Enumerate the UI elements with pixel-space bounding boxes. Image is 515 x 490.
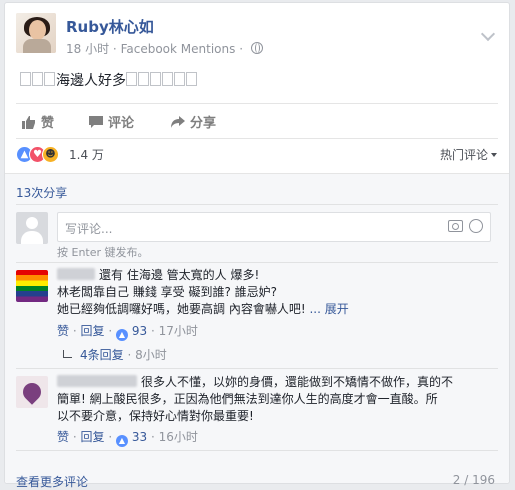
share-arrow-icon bbox=[171, 116, 185, 128]
comment-line: 她已經夠低調囉好嗎，她要高調 內容會嚇人吧! bbox=[57, 302, 306, 316]
camera-icon[interactable] bbox=[448, 220, 463, 232]
emoji-glyph-icon bbox=[126, 72, 137, 86]
globe-icon[interactable] bbox=[250, 42, 263, 54]
view-more-comments-link[interactable]: 查看更多评论 bbox=[16, 473, 88, 490]
comment-line: 以不要介意，保持好心情對你最重要! bbox=[57, 409, 254, 423]
expand-comment-link[interactable]: ... 展开 bbox=[309, 302, 348, 316]
comment-reply-link[interactable]: 回复 bbox=[81, 324, 105, 338]
comment-body: 很多人不懂，以妳的身價，還能做到不矯情不做作，真的不 簡單! 網上酸民很多，正因… bbox=[57, 374, 495, 425]
sort-comments-dropdown[interactable]: 热门评论 bbox=[440, 146, 497, 163]
meta-separator-2: · bbox=[239, 42, 244, 56]
comments-section: 13次分享 写评论... 按 Enter 键发布。 還有 住海邊 管太寬的人 爆… bbox=[5, 173, 509, 489]
like-count-icon: ▲ bbox=[116, 435, 128, 447]
footer-dot: · bbox=[108, 324, 113, 338]
comment-like-link[interactable]: 赞 bbox=[57, 430, 69, 444]
like-count-icon: ▲ bbox=[116, 329, 128, 341]
divider bbox=[16, 450, 498, 451]
divider bbox=[16, 204, 498, 205]
post-text: 海邊人好多 bbox=[20, 70, 198, 90]
comment-icon bbox=[89, 116, 103, 128]
post-actions: 赞 评论 分享 bbox=[16, 103, 498, 139]
footer-dot: · bbox=[127, 348, 132, 362]
comment-line: 簡單! 網上酸民很多，正因為他們無法到達你人生的高度才會一直酸。所 bbox=[57, 392, 438, 406]
footer-dot: · bbox=[150, 324, 155, 338]
comment-button[interactable]: 评论 bbox=[89, 112, 134, 131]
comment-reply-link[interactable]: 回复 bbox=[81, 430, 105, 444]
emoji-glyph-icon bbox=[20, 72, 31, 86]
reply-arrow-icon bbox=[63, 350, 72, 358]
commenter-avatar[interactable] bbox=[16, 270, 48, 302]
comment-like-count[interactable]: 93 bbox=[132, 324, 147, 338]
haha-reaction-icon[interactable]: ☻ bbox=[42, 146, 59, 163]
commenter-name-redacted[interactable] bbox=[57, 268, 95, 280]
sort-label: 热门评论 bbox=[439, 148, 488, 162]
emoji-icon[interactable] bbox=[469, 219, 483, 233]
post-text-content: 海邊人好多 bbox=[56, 73, 126, 89]
reactions-bar: ▲ ♥ ☻ 1.4 万 热门评论 bbox=[16, 142, 498, 168]
commenter-name-redacted[interactable] bbox=[57, 375, 137, 387]
comment-like-count[interactable]: 33 bbox=[132, 430, 147, 444]
like-label: 赞 bbox=[41, 116, 55, 131]
caret-down-icon bbox=[491, 153, 497, 157]
author-name[interactable]: Ruby林心如 bbox=[66, 16, 154, 37]
footer-dot: · bbox=[72, 324, 77, 338]
replies-time: 8小时 bbox=[135, 348, 167, 362]
emoji-glyph-icon bbox=[44, 72, 55, 86]
post-source: Facebook Mentions bbox=[120, 42, 236, 56]
emoji-glyph-icon bbox=[174, 72, 185, 86]
post-time[interactable]: 18 小时 bbox=[66, 42, 109, 56]
comment-line: 林老闆靠自己 賺錢 享受 礙到誰? 誰忌妒? bbox=[57, 285, 277, 299]
thumbs-up-icon bbox=[22, 116, 35, 129]
comment-footer: 赞 · 回复 · ▲ 93 · 17小时 bbox=[57, 322, 198, 341]
comment-label: 评论 bbox=[108, 116, 135, 131]
composer-hint: 按 Enter 键发布。 bbox=[57, 246, 149, 259]
post-meta: 18 小时 · Facebook Mentions · bbox=[66, 40, 263, 57]
current-user-avatar bbox=[16, 212, 48, 244]
divider bbox=[16, 368, 498, 369]
comment-time[interactable]: 17小时 bbox=[159, 324, 198, 338]
like-button[interactable]: 赞 bbox=[22, 112, 54, 131]
author-avatar[interactable] bbox=[16, 13, 56, 53]
comment-line: 還有 住海邊 管太寬的人 爆多! bbox=[99, 268, 260, 282]
commenter-avatar[interactable] bbox=[16, 376, 48, 408]
post-card: Ruby林心如 18 小时 · Facebook Mentions · 海邊人好… bbox=[4, 2, 510, 489]
comment-input-placeholder: 写评论... bbox=[65, 222, 113, 236]
footer-dot: · bbox=[150, 430, 155, 444]
comment-body: 還有 住海邊 管太寬的人 爆多! 林老闆靠自己 賺錢 享受 礙到誰? 誰忌妒? … bbox=[57, 267, 495, 318]
reaction-count[interactable]: 1.4 万 bbox=[69, 146, 104, 163]
chevron-down-icon[interactable] bbox=[480, 26, 496, 42]
footer-dot: · bbox=[72, 430, 77, 444]
emoji-glyph-icon bbox=[138, 72, 149, 86]
emoji-glyph-icon bbox=[186, 72, 197, 86]
emoji-glyph-icon bbox=[150, 72, 161, 86]
comment-pager: 2 / 196 bbox=[452, 473, 495, 487]
meta-separator: · bbox=[112, 42, 117, 56]
post-header: Ruby林心如 18 小时 · Facebook Mentions · bbox=[16, 13, 509, 63]
share-button[interactable]: 分享 bbox=[171, 112, 216, 131]
comment-input[interactable]: 写评论... bbox=[57, 212, 491, 242]
divider bbox=[16, 262, 498, 263]
emoji-glyph-icon bbox=[32, 72, 43, 86]
replies-label: 4条回复 bbox=[80, 348, 124, 362]
comment-like-link[interactable]: 赞 bbox=[57, 324, 69, 338]
comment-footer: 赞 · 回复 · ▲ 33 · 16小时 bbox=[57, 428, 198, 447]
share-label: 分享 bbox=[190, 116, 217, 131]
emoji-glyph-icon bbox=[162, 72, 173, 86]
share-count-link[interactable]: 13次分享 bbox=[16, 184, 67, 201]
view-replies-link[interactable]: 4条回复 · 8小时 bbox=[63, 346, 167, 363]
comment-line: 很多人不懂，以妳的身價，還能做到不矯情不做作，真的不 bbox=[141, 375, 454, 389]
footer-dot: · bbox=[108, 430, 113, 444]
comment-time[interactable]: 16小时 bbox=[159, 430, 198, 444]
